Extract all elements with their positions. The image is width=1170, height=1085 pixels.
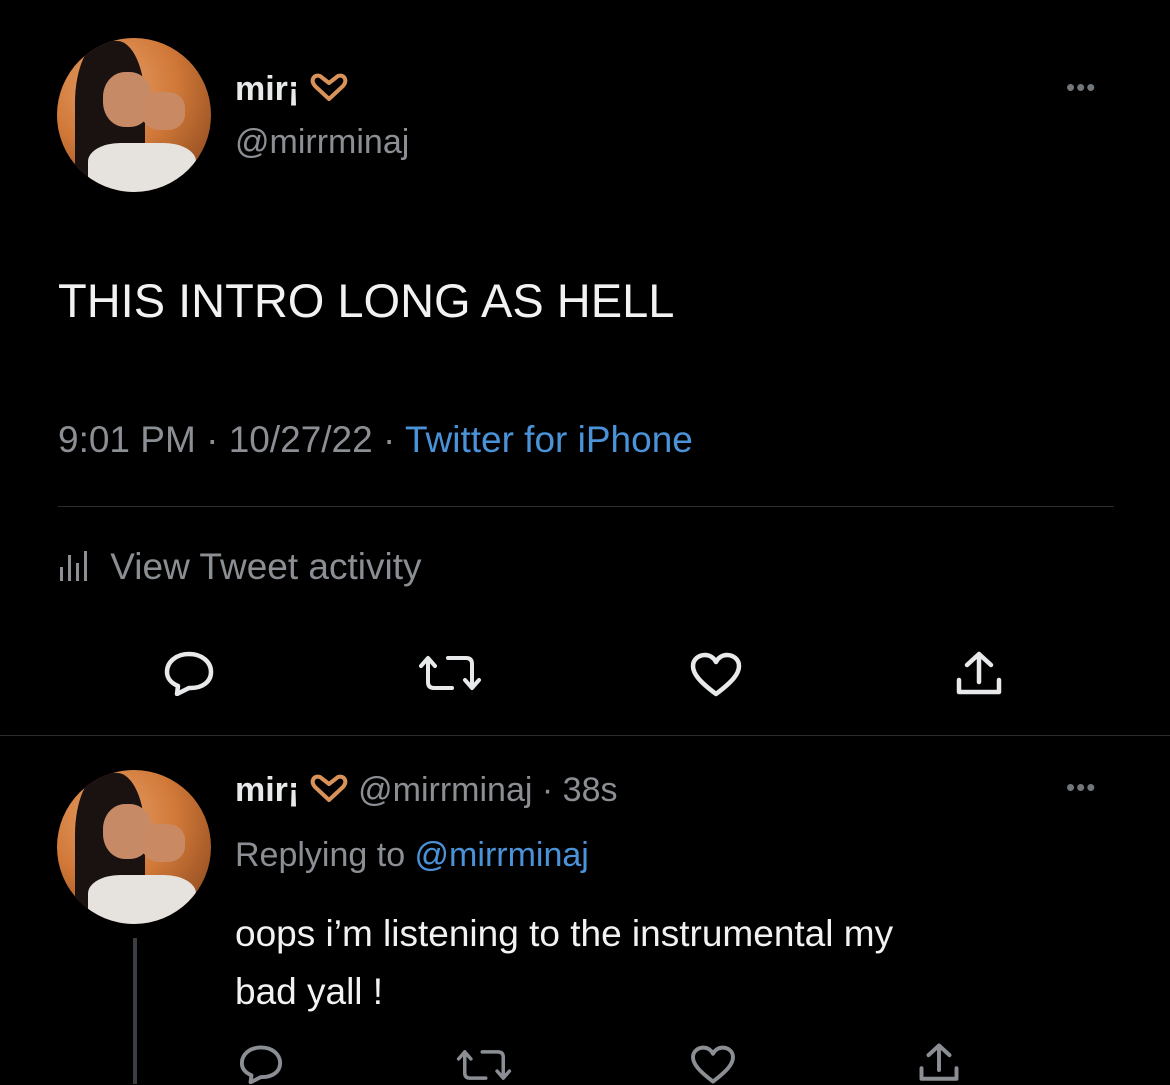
view-activity-button[interactable]: View Tweet activity bbox=[58, 546, 422, 588]
reply-age: · 38s bbox=[541, 771, 618, 809]
thread-line bbox=[133, 938, 137, 1084]
reply-icon[interactable] bbox=[238, 1044, 284, 1084]
more-icon[interactable]: ••• bbox=[1066, 74, 1096, 100]
tweet-text: THIS INTRO LONG AS HELL bbox=[58, 274, 675, 327]
avatar[interactable] bbox=[57, 38, 211, 192]
activity-bars-icon bbox=[60, 551, 87, 581]
reply-text-line: bad yall ! bbox=[235, 971, 384, 1012]
tweet-date: 10/27/22 bbox=[228, 419, 373, 460]
share-icon[interactable] bbox=[917, 1042, 961, 1084]
reply-handle[interactable]: @mirrminaj bbox=[358, 771, 532, 809]
retweet-icon[interactable] bbox=[456, 1046, 512, 1084]
heart-hands-emoji bbox=[310, 73, 347, 101]
tweet-meta: 9:01 PM · 10/27/22 · Twitter for iPhone bbox=[58, 419, 693, 461]
reply-icon[interactable] bbox=[163, 650, 215, 696]
display-name-text: mir¡ bbox=[235, 70, 300, 108]
like-icon[interactable] bbox=[690, 1045, 736, 1085]
meta-separator: · bbox=[195, 419, 229, 460]
like-icon[interactable] bbox=[690, 652, 742, 698]
view-activity-label: View Tweet activity bbox=[110, 546, 422, 587]
divider bbox=[0, 735, 1170, 736]
tweet-time: 9:01 PM bbox=[58, 419, 196, 460]
reply-more-icon[interactable]: ••• bbox=[1066, 774, 1096, 800]
retweet-icon[interactable] bbox=[418, 652, 482, 694]
tweet-source-link[interactable]: Twitter for iPhone bbox=[405, 419, 693, 460]
meta-separator: · bbox=[372, 419, 405, 460]
reply-header: mir¡ @mirrminaj · 38s bbox=[235, 771, 617, 810]
heart-hands-emoji bbox=[310, 774, 347, 802]
display-name[interactable]: mir¡ bbox=[235, 70, 349, 109]
handle[interactable]: @mirrminaj bbox=[235, 123, 409, 162]
share-icon[interactable] bbox=[954, 650, 1004, 698]
reply-text: oops i’m listening to the instrumental m… bbox=[235, 905, 893, 1021]
divider bbox=[58, 506, 1114, 507]
replying-to-label: Replying to bbox=[235, 836, 415, 874]
reply-text-line: oops i’m listening to the instrumental m… bbox=[235, 913, 894, 954]
replying-to: Replying to @mirrminaj bbox=[235, 836, 589, 875]
reply-display-name[interactable]: mir¡ bbox=[235, 771, 299, 809]
replying-to-handle[interactable]: @mirrminaj bbox=[415, 836, 589, 874]
reply-avatar[interactable] bbox=[57, 770, 211, 924]
